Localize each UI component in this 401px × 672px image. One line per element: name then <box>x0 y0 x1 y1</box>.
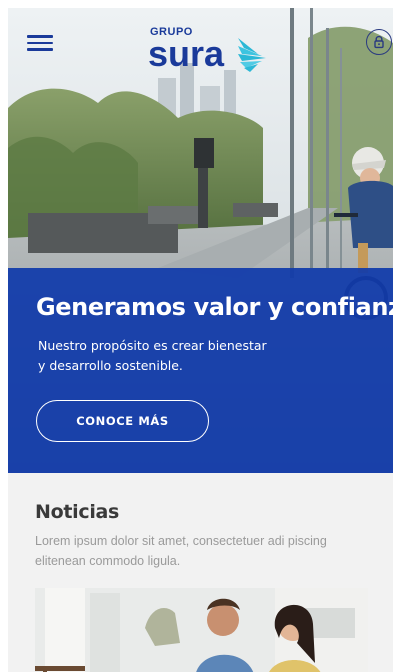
logo-main-text: sura <box>148 33 225 74</box>
hero-title: Generamos valor y confianza <box>36 293 393 321</box>
news-title: Noticias <box>35 501 120 523</box>
user-lock-icon[interactable] <box>366 29 392 55</box>
hero-section: GRUPO sura Generamos valor y confianza N… <box>8 8 393 473</box>
lock-icon <box>374 35 384 49</box>
hero-subtitle: Nuestro propósito es crear bienestar y d… <box>38 336 318 376</box>
news-description: Lorem ipsum dolor sit amet, consectetuer… <box>35 534 327 568</box>
grupo-sura-logo[interactable]: GRUPO sura <box>148 22 272 80</box>
hero-subtitle-line-1: Nuestro propósito es crear bienestar <box>38 338 267 353</box>
hamburger-menu-icon[interactable] <box>25 32 55 54</box>
hero-subtitle-line-2: y desarrollo sostenible. <box>38 358 183 373</box>
sura-wing-icon <box>238 38 266 72</box>
page: GRUPO sura Generamos valor y confianza N… <box>8 8 393 672</box>
news-image[interactable] <box>35 588 368 672</box>
conoce-mas-button[interactable]: CONOCE MÁS <box>36 400 209 442</box>
news-section: Noticias Lorem ipsum dolor sit amet, con… <box>8 473 393 672</box>
